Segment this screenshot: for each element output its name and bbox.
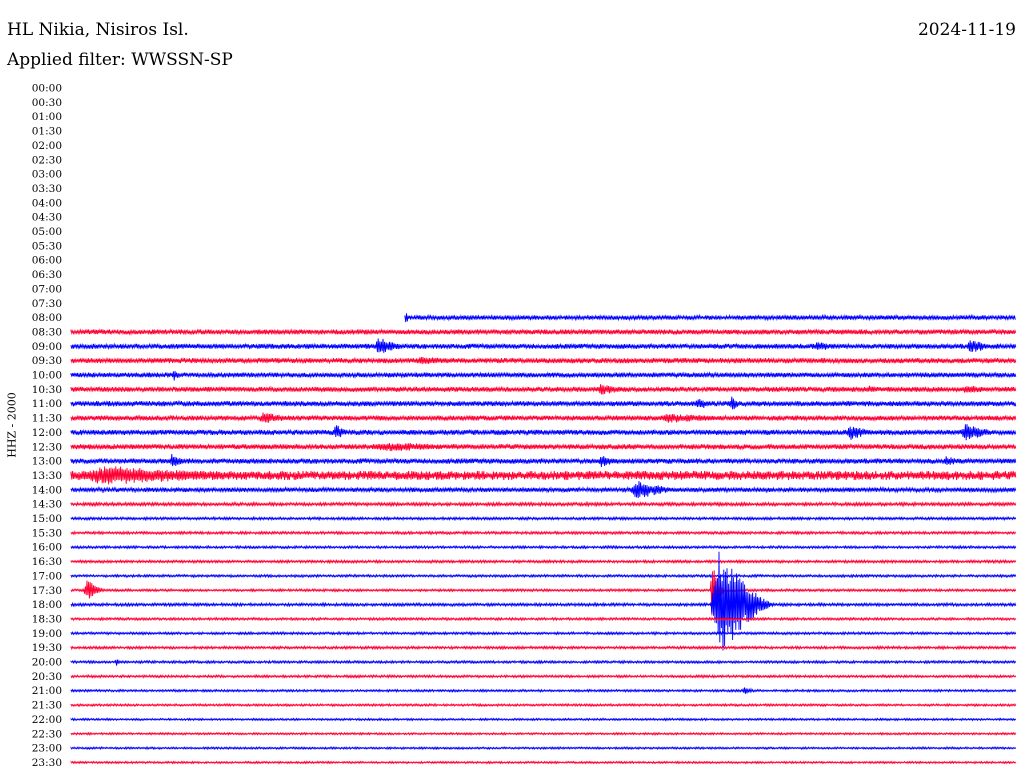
row-time-label: 21:00 [32,685,62,697]
trace-row [70,673,1017,679]
row-time-label: 08:30 [32,326,62,338]
row-time-label: 22:30 [32,728,62,740]
row-time-label: 23:30 [32,757,62,769]
row-time-label: 17:30 [32,585,62,597]
row-time-label: 02:00 [32,140,62,152]
row-time-labels: 00:00 00:30 01:00 01:30 02:00 02:30 03:00 03:30… [32,83,62,769]
row-time-label: 01:00 [32,111,62,123]
trace-row [70,424,1017,441]
trace-row [70,396,1017,410]
trace-row [70,687,1017,694]
row-time-label: 10:30 [32,384,62,396]
row-time-label: 13:30 [32,470,62,482]
row-time-label: 18:30 [32,613,62,625]
row-time-label: 12:30 [32,441,62,453]
row-time-label: 21:30 [32,700,62,712]
trace-row [70,717,1017,722]
row-time-label: 05:30 [32,240,62,252]
row-time-label: 13:00 [32,456,62,468]
row-time-label: 14:30 [32,499,62,511]
row-time-label: 09:30 [32,355,62,367]
trace-row [70,466,1017,485]
row-time-label: 09:00 [32,341,62,353]
row-time-label: 00:00 [32,83,62,95]
row-time-label: 04:00 [32,197,62,209]
trace-row [70,442,1017,452]
trace-row [70,515,1017,522]
row-time-label: 03:30 [32,183,62,195]
row-time-label: 19:00 [32,628,62,640]
trace-row [70,500,1017,508]
trace-row [70,570,1017,616]
row-time-label: 02:30 [32,154,62,166]
row-time-label: 11:00 [32,398,62,410]
row-time-label: 16:00 [32,542,62,554]
row-time-label: 23:00 [32,743,62,755]
row-time-label: 19:30 [32,642,62,654]
helicorder-plot: 00:00 00:30 01:00 01:30 02:00 02:30 03:00 03:30… [32,83,1017,769]
trace-row [70,644,1017,651]
row-time-label: 01:30 [32,126,62,138]
trace-row [70,702,1017,708]
row-time-label: 04:30 [32,212,62,224]
trace-row [70,731,1017,736]
trace-row [70,573,1017,579]
trace-row [70,551,1017,651]
row-time-label: 14:00 [32,484,62,496]
row-time-label: 22:00 [32,714,62,726]
row-time-label: 18:00 [32,599,62,611]
row-time-label: 07:00 [32,283,62,295]
trace-row [70,659,1017,666]
trace-row [70,356,1017,365]
trace-row [70,558,1017,565]
trace-row [70,760,1017,765]
row-time-label: 11:30 [32,413,62,425]
row-time-label: 06:30 [32,269,62,281]
trace-row [70,630,1017,636]
seismic-traces [70,313,1017,765]
trace-row [70,616,1017,622]
row-time-label: 15:00 [32,513,62,525]
row-time-label: 06:00 [32,255,62,267]
trace-row [70,453,1017,468]
row-time-label: 20:30 [32,671,62,683]
row-time-label: 17:00 [32,570,62,582]
row-time-label: 07:30 [32,298,62,310]
trace-row [70,338,1017,353]
row-time-label: 10:00 [32,370,62,382]
trace-row [70,384,1017,395]
row-time-label: 16:30 [32,556,62,568]
trace-row [70,530,1017,536]
trace-row [404,313,1016,323]
row-time-label: 05:00 [32,226,62,238]
row-time-label: 15:30 [32,527,62,539]
trace-row [70,481,1017,499]
row-time-label: 20:00 [32,657,62,669]
trace-row [70,544,1017,550]
row-time-label: 03:00 [32,169,62,181]
trace-row [70,371,1017,381]
row-time-label: 00:30 [32,97,62,109]
trace-row [70,328,1017,336]
trace-row [70,745,1017,751]
trace-row [70,412,1017,423]
row-time-label: 08:00 [32,312,62,324]
row-time-label: 12:00 [32,427,62,439]
